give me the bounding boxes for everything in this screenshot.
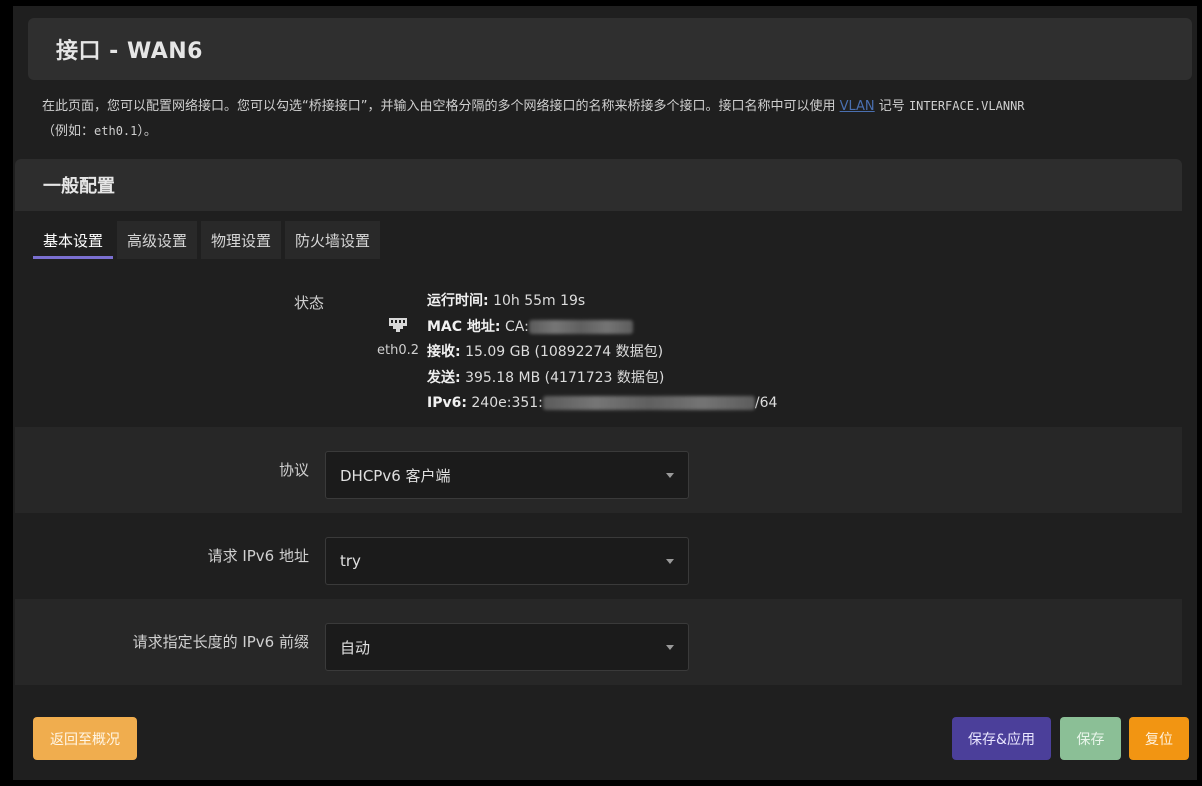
tx-value: 395.18 MB (4171723 数据包): [465, 369, 665, 386]
protocol-label: 协议: [278, 461, 309, 479]
ipv6-value-prefix: 240e:351:: [471, 395, 543, 411]
redacted-mac: [528, 319, 633, 334]
reset-button[interactable]: 复位: [1129, 717, 1189, 760]
uptime-line: 运行时间: 10h 55m 19s: [427, 293, 586, 309]
ipv6-line: IPv6: 240e:351:/64: [427, 395, 778, 411]
prefix-length-row: 请求指定长度的 IPv6 前缀 自动: [15, 599, 1182, 685]
request-ipv6-row: 请求 IPv6 地址 try: [15, 513, 1182, 599]
config-tabs: 基本设置 高级设置 物理设置 防火墙设置: [33, 221, 384, 265]
page-title: 接口 - WAN6: [56, 39, 203, 64]
vlan-link[interactable]: VLAN: [840, 99, 875, 114]
section-title: 一般配置: [43, 176, 115, 197]
prefix-length-value: 自动: [340, 638, 371, 657]
prefix-length-select[interactable]: 自动: [325, 623, 689, 671]
description-text: 在此页面，您可以配置网络接口。您可以勾选“桥接接口”，并输入由空格分隔的多个网络…: [42, 99, 840, 114]
redacted-ipv6: [542, 396, 755, 410]
back-to-overview-button[interactable]: 返回至概况: [33, 717, 137, 760]
chevron-down-icon: [666, 559, 674, 564]
uptime-value: 10h 55m 19s: [493, 293, 586, 309]
chevron-down-icon: [666, 473, 674, 478]
status-label: 状态: [293, 294, 324, 312]
description-example-post: ）。: [137, 124, 157, 139]
save-button[interactable]: 保存: [1060, 717, 1121, 760]
general-config-section: 一般配置 基本设置 高级设置 物理设置 防火墙设置 状态 eth0.2 运行时间…: [15, 159, 1182, 689]
status-row: 状态 eth0.2 运行时间: 10h 55m 19s MAC 地址: CA: …: [37, 265, 1182, 423]
network-port-icon: [389, 318, 407, 332]
interface-name: eth0.2: [377, 343, 420, 358]
request-ipv6-select[interactable]: try: [325, 537, 689, 585]
tab-firewall-settings[interactable]: 防火墙设置: [285, 221, 381, 259]
example-code: eth0.1: [94, 124, 138, 138]
section-header: 一般配置: [15, 159, 1182, 211]
ipv6-value-suffix: /64: [754, 395, 778, 411]
tab-basic-settings[interactable]: 基本设置: [33, 221, 114, 259]
chevron-down-icon: [666, 645, 674, 650]
rx-value: 15.09 GB (10892274 数据包): [465, 344, 664, 360]
request-ipv6-value: try: [340, 552, 361, 570]
prefix-length-label: 请求指定长度的 IPv6 前缀: [132, 633, 309, 651]
description-example-pre: （例如：: [42, 124, 95, 139]
protocol-value: DHCPv6 客户端: [340, 466, 451, 485]
protocol-row: 协议 DHCPv6 客户端: [15, 427, 1182, 513]
mac-line: MAC 地址: CA:: [427, 315, 777, 341]
page-description: 在此页面，您可以配置网络接口。您可以勾选“桥接接口”，并输入由空格分隔的多个网络…: [42, 94, 1162, 144]
mac-value: CA:: [504, 318, 529, 335]
tx-line: 发送: 395.18 MB (4171723 数据包): [427, 369, 665, 386]
title-bar: 接口 - WAN6: [28, 18, 1192, 80]
save-apply-button[interactable]: 保存&应用: [952, 717, 1051, 760]
description-text-mid: 记号: [874, 99, 909, 114]
tab-physical-settings[interactable]: 物理设置: [201, 221, 282, 259]
vlan-notation-code: INTERFACE.VLANNR: [908, 99, 1025, 113]
protocol-select[interactable]: DHCPv6 客户端: [325, 451, 689, 499]
rx-line: 接收: 15.09 GB (10892274 数据包): [427, 344, 664, 360]
tab-advanced-settings[interactable]: 高级设置: [117, 221, 198, 259]
status-details: 运行时间: 10h 55m 19s MAC 地址: CA: 接收: 15.09 …: [427, 289, 777, 417]
interface-badge: eth0.2: [377, 317, 419, 358]
request-ipv6-label: 请求 IPv6 地址: [207, 547, 309, 565]
